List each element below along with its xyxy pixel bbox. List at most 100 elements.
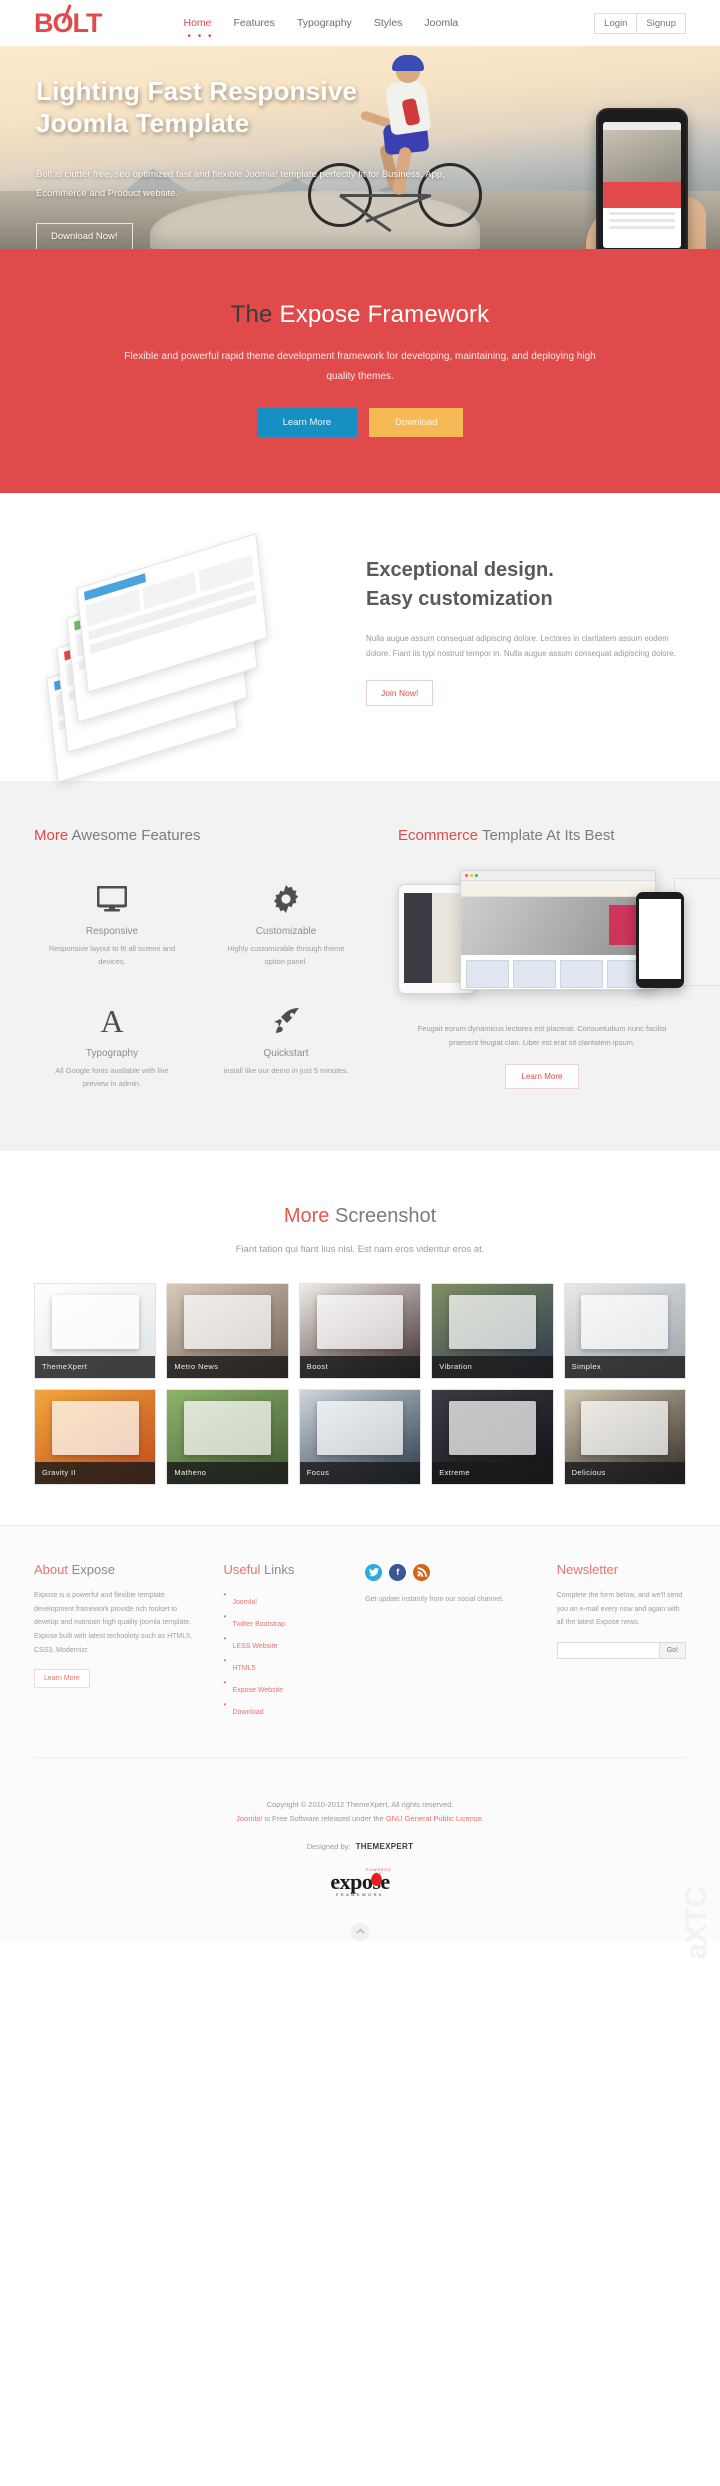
footer-social-column: f Get update instantly from our social c… (365, 1560, 535, 1724)
footer-link-joomla[interactable]: Joomla! (233, 1599, 258, 1606)
footer-link-html5[interactable]: HTML5 (233, 1665, 256, 1672)
phone-screen-image (603, 130, 681, 182)
screenshot-label: Delicious (564, 1461, 685, 1484)
screenshot-item[interactable]: Matheno (166, 1388, 289, 1485)
themexpert-logo[interactable]: THEMEXPERT (356, 1842, 414, 1851)
footer-link-less[interactable]: LESS Website (233, 1643, 278, 1650)
copyright-line: Copyright © 2010-2012 ThemeXpert, All ri… (266, 1800, 454, 1809)
license-line: Joomla! is Free Software released under … (34, 1812, 686, 1826)
screenshot-item[interactable]: Vibration (431, 1282, 554, 1379)
browser-hero-image (461, 897, 655, 955)
expose-description: Flexible and powerful rapid theme develo… (124, 351, 596, 382)
screenshot-item[interactable]: ThemeXpert (34, 1282, 157, 1379)
footer-about-learn-more-button[interactable]: Learn More (34, 1669, 90, 1689)
footer-newsletter-column: Newsletter Complete the form below, and … (556, 1560, 686, 1724)
list-item: Twitter Bootstrap (224, 1612, 344, 1631)
expose-learn-more-button[interactable]: Learn More (256, 408, 358, 437)
joomla-link[interactable]: Joomla! (236, 1814, 262, 1823)
feature-item-customizable: Customizable Highly customizable through… (208, 880, 364, 968)
expose-download-button[interactable]: Download (369, 408, 464, 437)
nav-item-features[interactable]: Features (234, 15, 275, 31)
screenshot-item[interactable]: Focus (298, 1388, 422, 1485)
footer-links-title-highlight: Useful (223, 1561, 261, 1577)
license-mid-text: is Free Software released under the (262, 1813, 386, 1823)
monitor-icon (34, 880, 190, 918)
browser-titlebar (461, 871, 655, 881)
features-grid: Responsive Responsive layout to fit all … (34, 880, 364, 1091)
gpl-license-link[interactable]: GNU General Public License (386, 1814, 482, 1823)
hero-title: Lighting Fast Responsive Joomla Template (36, 76, 506, 139)
nav-item-typography[interactable]: Typography (297, 15, 352, 31)
footer-links-title-rest: Links (264, 1561, 295, 1577)
design-text-block: Exceptional design. Easy customization N… (360, 556, 686, 706)
screenshot-item[interactable]: Simplex (563, 1282, 686, 1379)
rider-helmet (392, 55, 424, 71)
feature-item-typography: A Typography All Google fonts available … (34, 1002, 190, 1090)
design-title: Exceptional design. Easy customization (366, 556, 686, 613)
screenshots-heading: More Screenshot (34, 1205, 686, 1228)
newsletter-go-button[interactable]: Go! (658, 1641, 686, 1659)
features-heading: More Awesome Features (34, 827, 364, 844)
screenshots-subtitle: Fiant tation qui fiant lius nisl. Est na… (235, 1243, 485, 1255)
chevron-up-icon[interactable] (351, 1922, 369, 1941)
signup-button[interactable]: Signup (637, 12, 686, 34)
screenshot-label: Extreme (432, 1461, 553, 1484)
feature-item-responsive: Responsive Responsive layout to fit all … (34, 880, 190, 968)
footer-about-column: About Expose Expose is a powerful and fl… (34, 1560, 202, 1724)
footer-link-download[interactable]: Download (233, 1709, 264, 1716)
design-layers-illustration (34, 533, 334, 783)
feature-name: Customizable (255, 926, 317, 937)
list-item: Download (224, 1700, 344, 1719)
rss-icon[interactable] (413, 1563, 431, 1581)
expose-framework-section: The Expose Framework Flexible and powerf… (0, 249, 720, 493)
screenshot-item[interactable]: Extreme (431, 1388, 554, 1485)
screenshot-label: Simplex (564, 1355, 685, 1378)
hero-banner: Lighting Fast Responsive Joomla Template… (0, 46, 720, 249)
facebook-icon[interactable]: f (389, 1563, 407, 1581)
footer-link-bootstrap[interactable]: Twitter Bootstrap (233, 1621, 286, 1628)
copyright-block: Copyright © 2010-2012 ThemeXpert, All ri… (34, 1758, 686, 1941)
twitter-icon[interactable] (365, 1563, 383, 1581)
footer-about-text: Expose is a powerful and flexible templa… (34, 1592, 192, 1654)
site-logo[interactable]: BOLT (34, 3, 102, 37)
list-item: LESS Website (224, 1634, 344, 1653)
hero-phone-screen (603, 122, 681, 248)
expose-framework-logo[interactable]: POWERED BY expose FRAMEWORK (34, 1868, 686, 1901)
screenshot-item[interactable]: Gravity II (34, 1388, 157, 1485)
ecommerce-heading-highlight: Ecommerce (398, 827, 479, 844)
social-description: Get update instantly from our social cha… (365, 1595, 504, 1603)
design-join-now-button[interactable]: Join Now! (366, 679, 434, 706)
screenshot-label: Matheno (167, 1461, 288, 1484)
feature-text: All Google fonts available with live pre… (55, 1066, 169, 1089)
features-column: More Awesome Features Responsive Respons… (34, 827, 364, 1091)
newsletter-email-input[interactable] (556, 1641, 659, 1659)
hero-phone-mockup (596, 108, 688, 249)
footer-about-title-rest: Expose (71, 1561, 115, 1577)
nav-item-styles[interactable]: Styles (374, 15, 403, 31)
feature-text: Highly customizable through theme option… (227, 944, 345, 967)
phone-screen-line (609, 219, 675, 222)
nav-active-dots-icon: • • • (187, 31, 214, 42)
site-header: BOLT Home • • • Features Typography Styl… (0, 0, 720, 46)
footer-about-title-highlight: About (34, 1561, 68, 1577)
login-button[interactable]: Login (594, 12, 638, 34)
ecommerce-learn-more-button[interactable]: Learn More (505, 1063, 579, 1089)
expose-title-dark: The (230, 301, 273, 328)
phone-screen-banner (603, 182, 681, 208)
screenshot-item[interactable]: Delicious (563, 1388, 686, 1485)
screenshot-label: Boost (299, 1355, 421, 1378)
nav-item-joomla[interactable]: Joomla (424, 15, 458, 31)
footer-newsletter-title-text: Newsletter (556, 1561, 619, 1577)
hero-download-button[interactable]: Download Now! (36, 223, 133, 249)
hero-title-line1: Lighting Fast Responsive (36, 76, 358, 106)
gear-icon (208, 880, 364, 918)
screenshot-item[interactable]: Boost (298, 1282, 422, 1379)
footer-link-expose[interactable]: Expose Website (233, 1687, 283, 1694)
footer-links-title: Useful Links (224, 1560, 344, 1580)
browser-mockup (460, 870, 656, 990)
nav-item-home[interactable]: Home (183, 15, 211, 31)
screenshot-item[interactable]: Metro News (166, 1282, 289, 1379)
ecommerce-description: Feugait eorum dynamicus lectores est pla… (417, 1024, 667, 1047)
designed-by-label: Designed by: (306, 1841, 351, 1851)
hero-title-line2: Joomla Template (36, 107, 250, 138)
